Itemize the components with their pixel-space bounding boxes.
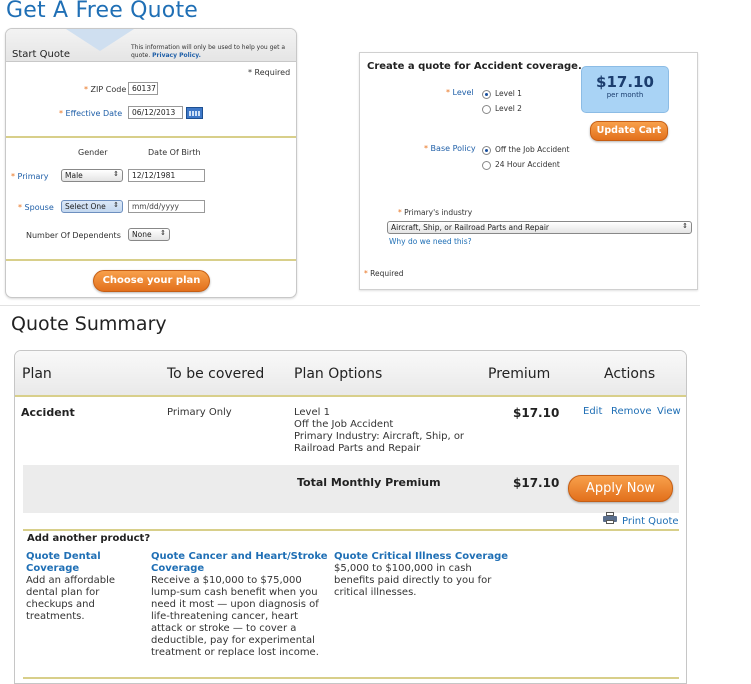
total-label: Total Monthly Premium — [297, 476, 441, 489]
required-note: * Required — [248, 68, 291, 77]
print-quote-link[interactable]: Print Quote — [622, 516, 679, 527]
spouse-label: * Spouse — [18, 203, 54, 212]
off-job-accident-radio[interactable] — [482, 146, 491, 155]
row-options: Level 1 Off the Job Accident Primary Ind… — [294, 407, 464, 455]
level-label: * Level — [446, 88, 474, 97]
spouse-gender-select[interactable]: Select One ⇕ — [61, 200, 123, 213]
total-value: $17.10 — [513, 476, 560, 490]
apply-now-button[interactable]: Apply Now — [568, 475, 673, 502]
dependents-select[interactable]: None ⇕ — [128, 228, 170, 241]
select-arrows-icon: ⇕ — [113, 170, 119, 178]
quote-critical-illness-link[interactable]: Quote Critical Illness Coverage — [334, 551, 524, 563]
section-divider — [6, 136, 296, 138]
option-line: Level 1 — [294, 407, 330, 418]
view-link[interactable]: View — [657, 406, 681, 418]
level-2-label: Level 2 — [495, 104, 522, 113]
start-quote-title: Start Quote — [12, 49, 71, 60]
monthly-price: $17.10 — [596, 73, 654, 91]
bottom-divider — [23, 677, 679, 679]
spouse-dob-field[interactable]: mm/dd/yyyy — [128, 200, 205, 213]
off-job-accident-label: Off the Job Accident — [495, 145, 570, 154]
header-actions: Actions — [604, 366, 656, 382]
add-product-divider — [23, 529, 679, 531]
row-covered: Primary Only — [167, 407, 232, 418]
primary-gender-select[interactable]: Male ⇕ — [61, 169, 123, 182]
header-chevron-decoration — [66, 29, 134, 51]
industry-select[interactable]: Aircraft, Ship, or Railroad Parts and Re… — [387, 221, 692, 234]
effective-date-field[interactable]: 06/12/2013 — [128, 106, 183, 119]
accident-title: Create a quote for Accident coverage. — [367, 61, 582, 72]
header-options: Plan Options — [294, 366, 383, 382]
update-cart-button[interactable]: Update Cart — [590, 121, 668, 141]
add-product-title: Add another product? — [27, 533, 151, 544]
level-1-label: Level 1 — [495, 89, 522, 98]
option-line: Primary Industry: Aircraft, Ship, or — [294, 431, 465, 442]
product-dental: Quote Dental Coverage Add an affordable … — [26, 551, 151, 623]
24-hour-accident-label: 24 Hour Accident — [495, 160, 560, 169]
quote-dental-link[interactable]: Quote Dental Coverage — [26, 551, 151, 575]
row-plan: Accident — [21, 406, 75, 419]
zip-label: * ZIP Code — [84, 85, 127, 94]
header-premium: Premium — [488, 366, 551, 382]
effective-date-label: * Effective Date — [59, 109, 123, 118]
option-line: Off the Job Accident — [294, 419, 394, 430]
summary-title: Quote Summary — [11, 313, 167, 335]
section-divider — [6, 259, 296, 261]
remove-link[interactable]: Remove — [611, 406, 652, 418]
edit-link[interactable]: Edit — [583, 406, 602, 418]
24-hour-accident-radio[interactable] — [482, 161, 491, 170]
select-arrows-icon: ⇕ — [113, 201, 119, 209]
base-policy-label: * Base Policy — [424, 144, 476, 153]
start-quote-panel: Start Quote This information will only b… — [5, 28, 297, 298]
header-plan: Plan — [22, 366, 52, 382]
required-note: * Required — [364, 269, 404, 278]
level-2-radio[interactable] — [482, 105, 491, 114]
header-covered: To be covered — [167, 366, 265, 382]
quote-summary-table: Plan To be covered Plan Options Premium … — [14, 350, 687, 684]
primary-dob-field[interactable]: 12/12/1981 — [128, 169, 205, 182]
privacy-note: This information will only be used to he… — [131, 44, 291, 60]
dob-column-label: Date Of Birth — [148, 148, 201, 157]
price-box: $17.10 per month — [581, 66, 669, 113]
level-1-radio[interactable] — [482, 90, 491, 99]
product-critical-illness: Quote Critical Illness Coverage $5,000 t… — [334, 551, 524, 599]
accident-quote-panel: Create a quote for Accident coverage. * … — [359, 52, 698, 290]
printer-icon[interactable] — [603, 512, 617, 524]
dependents-label: Number Of Dependents — [26, 231, 121, 240]
row-premium: $17.10 — [513, 406, 560, 420]
zip-field[interactable]: 60137 — [128, 82, 158, 95]
industry-label: * Primary's industry — [398, 208, 473, 217]
primary-label: * Primary — [11, 172, 49, 181]
choose-plan-button[interactable]: Choose your plan — [93, 270, 210, 292]
quote-cancer-heart-link[interactable]: Quote Cancer and Heart/Stroke Coverage — [151, 551, 331, 575]
option-line: Railroad Parts and Repair — [294, 443, 421, 454]
select-arrows-icon: ⇕ — [682, 222, 688, 230]
calendar-icon[interactable] — [186, 107, 203, 119]
why-need-this-link[interactable]: Why do we need this? — [389, 237, 472, 246]
gender-column-label: Gender — [78, 148, 108, 157]
page-title: Get A Free Quote — [6, 0, 199, 23]
select-arrows-icon: ⇕ — [160, 229, 166, 237]
summary-top-divider — [0, 305, 700, 306]
product-cancer-heart: Quote Cancer and Heart/Stroke Coverage R… — [151, 551, 331, 659]
privacy-policy-link[interactable]: Privacy Policy. — [152, 52, 201, 59]
per-month-label: per month — [606, 91, 644, 99]
